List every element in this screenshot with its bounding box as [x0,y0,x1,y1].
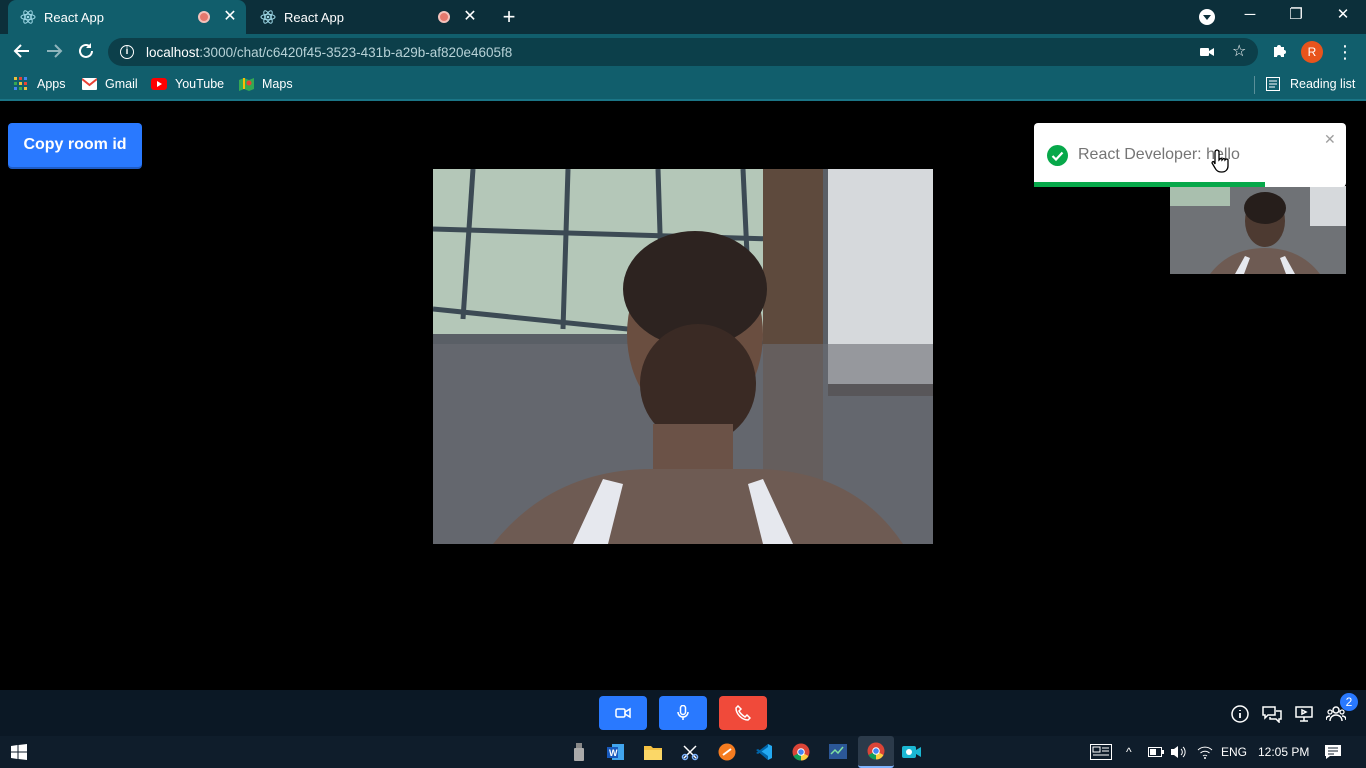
show-hidden-icons-icon[interactable]: ^ [1126,736,1132,768]
address-toolbar: i localhost:3000/chat/c6420f45-3523-431b… [0,34,1366,70]
reload-icon[interactable] [76,42,96,62]
screen-recorder-icon[interactable] [901,741,923,763]
apps-grid-icon [13,76,29,92]
windows-start-icon[interactable] [8,741,30,763]
recording-indicator-icon [438,11,450,23]
battery-icon[interactable] [1148,736,1164,768]
bookmark-star-icon[interactable]: ☆ [1232,44,1248,60]
gmail-icon [81,76,97,92]
video-frame-image [433,169,933,544]
omnibox-actions: ☆ [1200,38,1258,66]
video-chat-page: Copy room id React Developer: hello ✕ [0,103,1366,690]
tab-react-app-1[interactable]: React App ✕ [8,0,246,34]
screen-share-icon[interactable] [1293,703,1315,725]
notification-toast[interactable]: React Developer: hello ✕ [1034,123,1346,187]
close-tab-icon[interactable]: ✕ [222,9,238,25]
chat-icon[interactable] [1261,703,1283,725]
url-text: localhost:3000/chat/c6420f45-3523-431b-a… [146,44,513,60]
camera-toggle-button[interactable] [599,696,647,730]
back-arrow-icon[interactable] [12,42,32,62]
bookmark-label: Gmail [105,77,138,91]
bookmark-maps[interactable]: Maps [238,70,293,98]
omnibox[interactable]: i localhost:3000/chat/c6420f45-3523-431b… [108,38,1258,66]
toast-progress-bar [1034,182,1265,187]
reading-list-icon [1266,77,1280,91]
camera-in-use-icon[interactable] [1200,44,1216,60]
info-icon[interactable] [1229,703,1251,725]
reading-list-label: Reading list [1290,77,1356,91]
chrome-active-taskbar-icon[interactable] [858,736,894,768]
language-indicator[interactable]: ENG [1221,736,1247,768]
screen: React App ✕ React App ✕ + ─ ❐ ✕ i localh… [0,0,1366,768]
success-check-icon [1047,145,1068,166]
sublime-text-icon[interactable] [716,741,738,763]
notification-center-icon[interactable] [1324,736,1342,768]
tab-react-app-2[interactable]: React App ✕ [248,0,486,34]
phone-icon [735,705,751,721]
react-logo-icon [260,9,276,25]
vscode-icon[interactable] [753,741,775,763]
local-video-frame [1170,186,1346,274]
tab-title: React App [44,9,104,25]
svg-text:W: W [609,748,618,758]
hand-cursor-icon [1211,149,1229,173]
tab-search-icon[interactable] [1199,9,1215,25]
remote-video [433,169,933,544]
chrome-icon[interactable] [790,741,812,763]
end-call-button[interactable] [719,696,767,730]
word-icon[interactable]: W [605,741,627,763]
video-camera-icon [615,707,631,719]
restore-button[interactable]: ❐ [1273,0,1319,30]
local-video-preview [1170,186,1346,274]
file-explorer-icon[interactable] [642,741,664,763]
bookmark-apps[interactable]: Apps [13,70,66,98]
recording-indicator-icon [198,11,210,23]
react-logo-icon [20,9,36,25]
divider [1254,76,1255,94]
snipping-tool-icon[interactable] [679,741,701,763]
task-manager-icon[interactable] [827,741,849,763]
forward-arrow-icon[interactable] [44,42,64,62]
wifi-icon[interactable] [1197,736,1213,768]
copy-room-id-button[interactable]: Copy room id [8,123,142,167]
tab-title: React App [284,9,344,25]
close-tab-icon[interactable]: ✕ [462,9,478,25]
toast-close-icon[interactable]: ✕ [1324,131,1336,148]
maps-icon [238,76,254,92]
browser-menu-icon[interactable]: ⋮ [1335,42,1355,62]
new-tab-button[interactable]: + [499,6,519,28]
microphone-icon [677,705,689,720]
bookmarks-bar: Apps Gmail YouTube Maps Reading list [0,70,1366,101]
bookmark-label: Apps [37,77,66,91]
bookmark-label: Maps [262,77,293,91]
windows-taskbar: W ^ ENG 12:05 PM [0,736,1366,768]
microphone-toggle-button[interactable] [659,696,707,730]
youtube-icon [151,76,167,92]
profile-avatar[interactable]: R [1301,41,1323,63]
bookmark-gmail[interactable]: Gmail [81,70,138,98]
site-info-icon[interactable]: i [120,45,134,59]
bookmark-youtube[interactable]: YouTube [151,70,224,98]
reading-list-button[interactable]: Reading list [1254,70,1356,98]
extensions-puzzle-icon[interactable] [1270,42,1290,62]
participants-count-badge: 2 [1340,693,1358,711]
news-widget-icon[interactable] [1090,736,1112,768]
usb-drive-icon[interactable] [568,741,590,763]
volume-icon[interactable] [1171,736,1187,768]
clock[interactable]: 12:05 PM [1258,736,1309,768]
bookmark-label: YouTube [175,77,225,91]
close-window-button[interactable]: ✕ [1320,0,1366,30]
browser-tab-strip: React App ✕ React App ✕ + ─ ❐ ✕ [0,0,1366,34]
call-controls-bar [0,690,1366,736]
minimize-button[interactable]: ─ [1227,0,1273,30]
